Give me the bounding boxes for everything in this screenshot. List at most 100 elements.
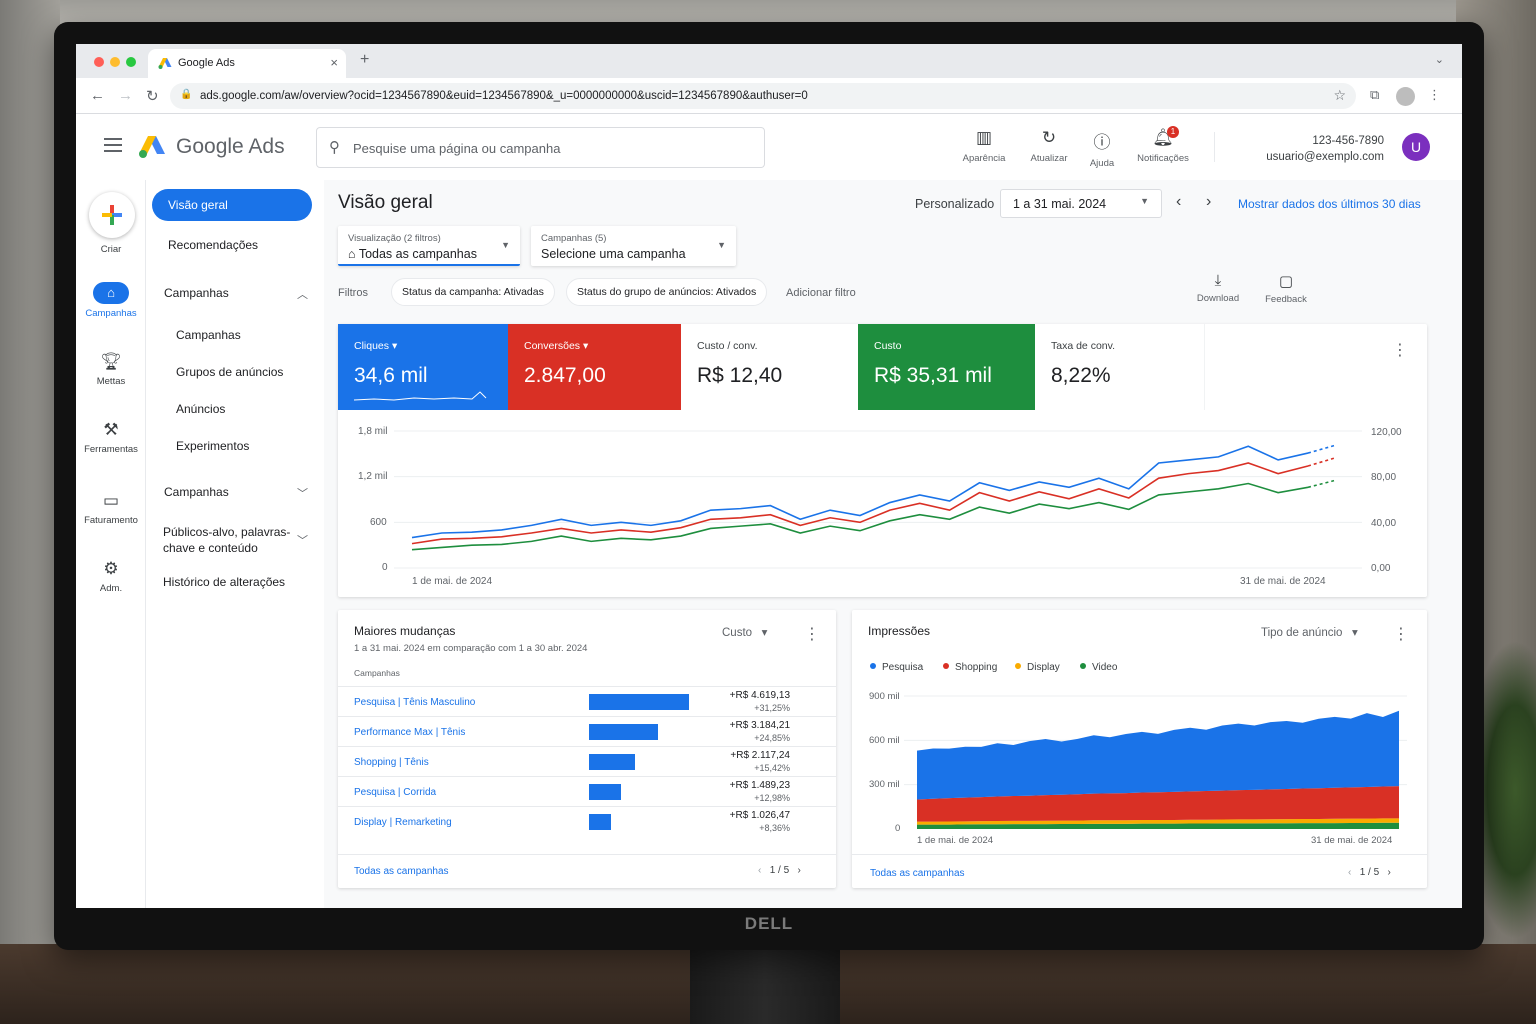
header-divider	[1214, 132, 1215, 162]
change-percent: +31,25%	[754, 703, 790, 713]
new-tab-icon[interactable]: +	[360, 51, 369, 69]
main-content: Visão geral Personalizado 1 a 31 mai. 20…	[324, 180, 1462, 908]
filters-label: Filtros	[338, 287, 368, 299]
bookmark-star-icon[interactable]: ☆	[1333, 87, 1346, 104]
search-input[interactable]: ⚲ Pesquise uma página ou campanha	[316, 127, 765, 168]
all-campaigns-link[interactable]: Todas as campanhas	[870, 868, 965, 879]
table-row[interactable]: Pesquisa | Corrida +R$ 1.489,23 +12,98%	[338, 776, 836, 806]
series-line	[411, 482, 1309, 551]
chevron-up-icon: ︿	[297, 289, 308, 301]
home-icon: ⌂	[348, 247, 359, 261]
feedback-button[interactable]: ▢ Feedback	[1256, 272, 1316, 305]
browser-tabbar: Google Ads × + ⌄	[76, 44, 1462, 78]
feedback-icon: ▢	[1278, 273, 1294, 290]
dell-logo: DELL	[744, 914, 794, 933]
download-button[interactable]: ⤓ Download	[1188, 272, 1248, 304]
tab-search-icon[interactable]: ⌄	[1435, 53, 1444, 66]
last-30-days-link[interactable]: Mostrar dados dos últimos 30 dias	[1238, 197, 1421, 211]
nav-item-ad-groups[interactable]: Grupos de anúncios	[152, 365, 312, 379]
prev-page-icon[interactable]: ‹	[1348, 867, 1351, 878]
view-select-text: Todas as campanhas	[358, 247, 477, 261]
nav-audiences-line2: chave e conteúdo	[163, 541, 258, 555]
browser-menu-icon[interactable]: ⋮	[1428, 87, 1441, 103]
help-icon: ⓘ	[1093, 133, 1111, 152]
nav-item-experiments[interactable]: Experimentos	[152, 439, 312, 453]
page-title: Visão geral	[338, 192, 433, 213]
next-period-icon[interactable]: ›	[1206, 193, 1211, 211]
rail-item-billing[interactable]: ▭ Faturamento	[76, 491, 146, 526]
download-icon: ⤓	[1214, 272, 1222, 289]
reload-icon[interactable]: ↻	[146, 87, 159, 105]
close-tab-icon[interactable]: ×	[330, 55, 338, 70]
help-button[interactable]: ⓘ Ajuda	[1072, 128, 1132, 169]
browser-tab[interactable]: Google Ads ×	[148, 49, 346, 78]
refresh-button[interactable]: ↻ Atualizar	[1019, 128, 1079, 164]
changes-page-indicator: 1 / 5	[769, 865, 790, 876]
change-percent: +24,85%	[754, 733, 790, 743]
monitor-stand	[690, 948, 840, 1024]
minimize-window-button[interactable]	[110, 57, 120, 67]
next-page-icon[interactable]: ›	[798, 865, 801, 876]
all-campaigns-link[interactable]: Todas as campanhas	[354, 866, 449, 877]
filter-chip-campaign-status[interactable]: Status da campanha: Ativadas	[391, 278, 555, 306]
campaign-link[interactable]: Pesquisa | Tênis Masculino	[354, 697, 475, 708]
table-row[interactable]: Pesquisa | Tênis Masculino +R$ 4.619,13 +3…	[338, 686, 836, 716]
google-ads-icon	[158, 58, 172, 69]
prev-page-icon[interactable]: ‹	[758, 865, 761, 876]
close-window-button[interactable]	[94, 57, 104, 67]
table-row[interactable]: Display | Remarketing +R$ 1.026,47 +8,36%	[338, 806, 836, 836]
menu-icon[interactable]	[104, 138, 122, 152]
prev-period-icon[interactable]: ‹	[1176, 193, 1181, 211]
view-select[interactable]: Visualização (2 filtros) ⌂ Todas as camp…	[338, 226, 520, 266]
more-options-icon[interactable]: ⋮	[804, 624, 820, 644]
rail-item-admin[interactable]: ⚙ Adm.	[76, 559, 146, 594]
table-row[interactable]: Shopping | Tênis +R$ 2.117,24 +15,42%	[338, 746, 836, 776]
nav-item-change-history[interactable]: Histórico de alterações	[152, 575, 312, 589]
area-series	[917, 710, 1399, 800]
account-email: usuario@exemplo.com	[1266, 151, 1384, 163]
appearance-button[interactable]: ▥ Aparência	[954, 128, 1014, 164]
nav-group-campaigns-2[interactable]: Campanhas ﹀	[152, 485, 312, 500]
campaign-link[interactable]: Performance Max | Tênis	[354, 727, 465, 738]
next-page-icon[interactable]: ›	[1388, 867, 1391, 878]
rail-item-campaigns[interactable]: ⌂ Campanhas	[76, 282, 146, 319]
nav-group-campaigns[interactable]: Campanhas ︿	[152, 286, 312, 301]
chevron-down-icon: ﹀	[297, 488, 308, 500]
rail-label-admin: Adm.	[99, 583, 123, 594]
avatar[interactable]: U	[1402, 133, 1430, 161]
campaign-link[interactable]: Pesquisa | Corrida	[354, 787, 436, 798]
nav-item-campaigns[interactable]: Campanhas	[152, 328, 312, 342]
rail-item-tools[interactable]: ⚒ Ferramentas	[76, 420, 146, 455]
nav-group-audiences[interactable]: Públicos-alvo, palavras- chave e conteúd…	[152, 524, 312, 556]
back-icon[interactable]: ←	[90, 87, 105, 104]
nav-item-ads[interactable]: Anúncios	[152, 402, 312, 416]
table-row[interactable]: Performance Max | Tênis +R$ 3.184,21 +24,8…	[338, 716, 836, 746]
create-button[interactable]	[89, 192, 135, 238]
change-amount: +R$ 4.619,13	[729, 690, 790, 701]
series-line	[411, 445, 1309, 539]
biggest-changes-card: Maiores mudanças 1 a 31 mai. 2024 em com…	[338, 610, 836, 888]
browser-profile-avatar[interactable]	[1396, 87, 1415, 106]
maximize-window-button[interactable]	[126, 57, 136, 67]
notifications-button[interactable]: 🔔︎ 1 Notificações	[1133, 126, 1193, 164]
impressions-page-indicator: 1 / 5	[1359, 867, 1380, 878]
campaign-link[interactable]: Display | Remarketing	[354, 817, 452, 828]
add-filter-button[interactable]: Adicionar filtro	[786, 287, 856, 299]
change-bar	[589, 754, 635, 770]
date-range-select[interactable]: 1 a 31 mai. 2024 ▼	[1000, 189, 1162, 218]
view-select-value: ⌂ Todas as campanhas	[348, 247, 477, 261]
address-bar[interactable]: 🔒 ads.google.com/aw/overview?ocid=123456…	[170, 83, 1356, 109]
caret-down-icon: ▼	[717, 240, 726, 250]
account-info[interactable]: 123-456-7890 usuario@exemplo.com	[1266, 133, 1384, 165]
campaign-link[interactable]: Shopping | Tênis	[354, 757, 429, 768]
nav-item-overview[interactable]: Visão geral	[152, 189, 312, 221]
app-header: Google Ads ⚲ Pesquise uma página ou camp…	[76, 114, 1462, 180]
filter-chip-adgroup-status[interactable]: Status do grupo de anúncios: Ativados	[566, 278, 768, 306]
changes-metric-select[interactable]: Custo ▾	[722, 625, 767, 639]
forward-icon[interactable]: →	[118, 87, 133, 104]
campaign-select[interactable]: Campanhas (5) Selecione uma campanha ▼	[531, 226, 736, 266]
extensions-icon[interactable]: ⧉	[1370, 87, 1379, 103]
rail-item-goals[interactable]: 🏆︎ Mettas	[76, 352, 146, 387]
rail-label-goals: Mettas	[96, 376, 126, 387]
nav-item-recommendations[interactable]: Recomendações	[152, 238, 312, 252]
